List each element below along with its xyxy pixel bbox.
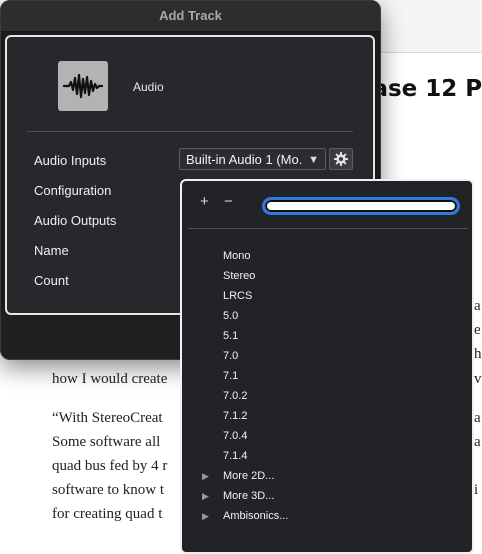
submenu-arrow-icon: ▶ <box>202 511 209 521</box>
config-submenu-more-3d[interactable]: More 3D... <box>223 490 274 502</box>
track-type-label: Audio <box>133 80 164 94</box>
config-option-7-1-4[interactable]: 7.1.4 <box>223 450 247 462</box>
count-label: Count <box>34 273 69 288</box>
background-text-fragment: a <box>474 410 481 426</box>
background-text-line: software to know t <box>52 482 165 498</box>
background-text-line: how I would create <box>52 371 168 387</box>
popup-divider <box>188 228 468 229</box>
configuration-label: Configuration <box>34 183 112 198</box>
config-submenu-ambisonics[interactable]: Ambisonics... <box>223 510 288 522</box>
gear-icon <box>334 152 348 166</box>
audio-inputs-settings-button[interactable] <box>329 148 353 170</box>
background-text-line: quad bus fed by 4 r <box>52 458 168 474</box>
window-title: Add Track <box>159 8 222 23</box>
config-option-7-0-2[interactable]: 7.0.2 <box>223 390 247 402</box>
window-titlebar[interactable]: Add Track <box>1 1 380 32</box>
background-text-fragment: h <box>474 346 482 362</box>
submenu-arrow-icon: ▶ <box>202 471 209 481</box>
background-text-fragment: i <box>474 482 479 498</box>
config-option-7-1[interactable]: 7.1 <box>223 370 238 382</box>
background-text-line: “With StereoCreat <box>52 410 163 426</box>
name-label: Name <box>34 243 69 258</box>
configuration-search-input[interactable] <box>262 197 460 215</box>
audio-track-type-button[interactable] <box>58 61 108 111</box>
background-text-fragment: v <box>474 371 482 387</box>
audio-inputs-value: Built-in Audio 1 (Mo. <box>186 152 303 167</box>
background-text-fragment: a <box>474 298 481 314</box>
audio-outputs-label: Audio Outputs <box>34 213 117 228</box>
submenu-arrow-icon: ▶ <box>202 491 209 501</box>
background-text-line: Some software all <box>52 434 161 450</box>
config-option-7-1-2[interactable]: 7.1.2 <box>223 410 247 422</box>
config-submenu-more-2d[interactable]: More 2D... <box>223 470 274 482</box>
config-option-5-1[interactable]: 5.1 <box>223 330 238 342</box>
background-text-fragment: a <box>474 434 481 450</box>
config-option-mono[interactable]: Mono <box>223 250 251 262</box>
audio-inputs-label: Audio Inputs <box>34 153 107 168</box>
config-option-lrcs[interactable]: LRCS <box>223 290 252 302</box>
config-option-stereo[interactable]: Stereo <box>223 270 255 282</box>
background-text-line: for creating quad t <box>52 506 163 522</box>
background-text-fragment: e <box>474 322 481 338</box>
config-option-5-0[interactable]: 5.0 <box>223 310 238 322</box>
configuration-dropdown: + − Mono Stereo LRCS 5.0 5.1 7.0 7.1 7.0… <box>180 179 474 554</box>
audio-inputs-select[interactable]: Built-in Audio 1 (Mo. ▼ <box>179 148 326 170</box>
audio-waveform-icon <box>63 73 103 99</box>
add-configuration-button[interactable]: + <box>200 193 209 210</box>
chevron-down-icon: ▼ <box>308 154 319 166</box>
panel-divider <box>27 131 353 132</box>
config-option-7-0[interactable]: 7.0 <box>223 350 238 362</box>
remove-configuration-button[interactable]: − <box>224 193 233 210</box>
config-option-7-0-4[interactable]: 7.0.4 <box>223 430 247 442</box>
